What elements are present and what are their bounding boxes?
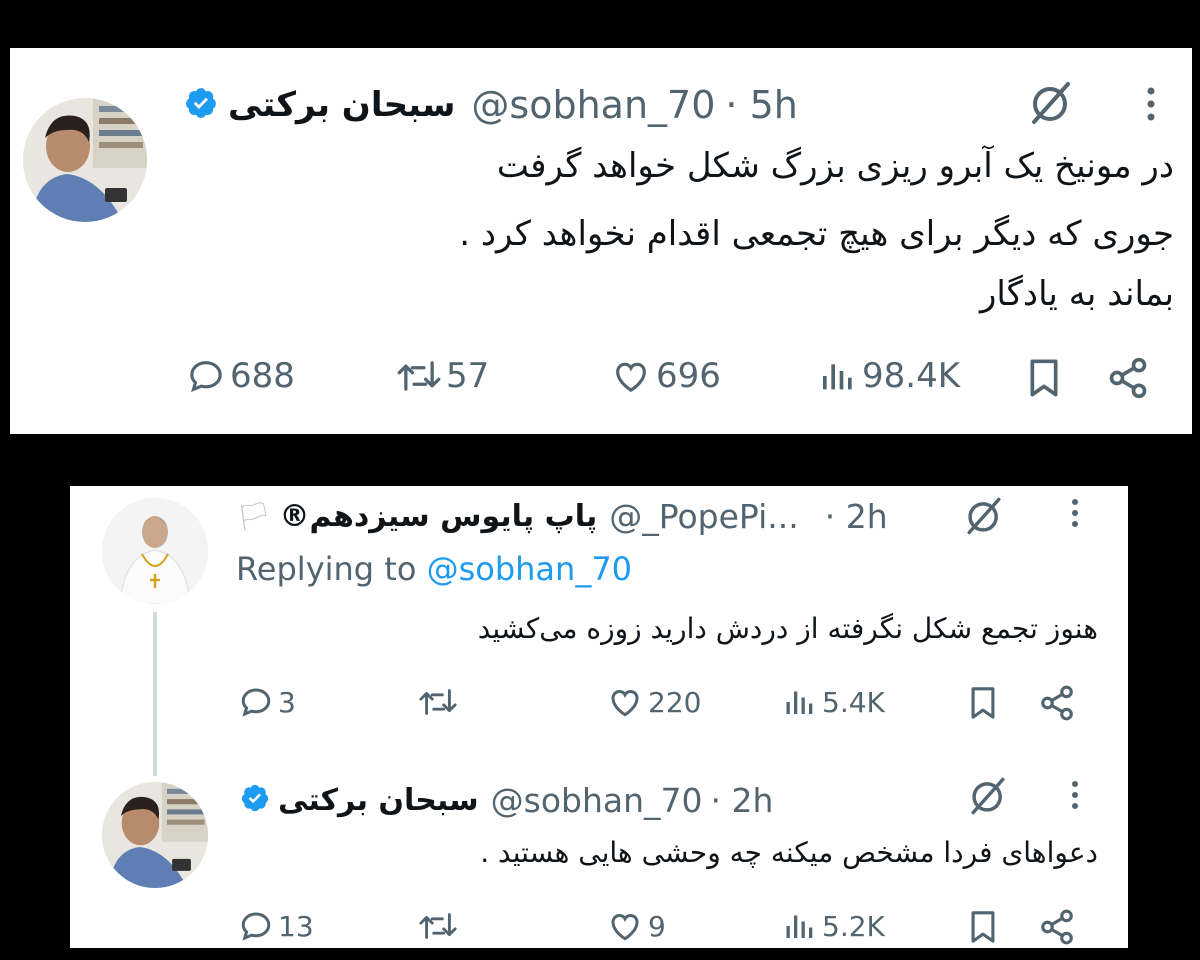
views-button[interactable]: 98.4K	[818, 356, 960, 396]
bookmark-icon[interactable]	[966, 908, 1000, 950]
like-count: 9	[648, 909, 666, 943]
reply-count: 13	[278, 909, 314, 943]
share-icon[interactable]	[1038, 908, 1076, 950]
share-icon[interactable]	[1106, 356, 1150, 404]
views-icon	[782, 908, 818, 944]
views-button[interactable]: 5.2K	[782, 908, 885, 944]
tweet-header: سبحان برکتی @sobhan_70 · 2h	[240, 778, 773, 822]
tweet-header: 🏳 پاپ پایوس سیزدهم® @_PopePi... · 2h	[236, 494, 888, 538]
user-handle[interactable]: @sobhan_70	[491, 781, 703, 820]
repost-icon	[418, 684, 458, 720]
grok-icon[interactable]	[968, 776, 1008, 820]
user-handle[interactable]: @_PopePi...	[609, 497, 798, 536]
like-icon	[606, 908, 644, 944]
views-count: 5.2K	[822, 909, 885, 943]
repost-count: 57	[446, 356, 490, 396]
reply-thread-card: 🏳 پاپ پایوس سیزدهم® @_PopePi... · 2h Rep…	[70, 486, 1128, 948]
more-icon[interactable]	[1069, 498, 1081, 536]
like-icon	[610, 356, 652, 396]
reply-button[interactable]: 3	[238, 684, 296, 720]
share-icon[interactable]	[1038, 684, 1076, 726]
timestamp[interactable]: · 2h	[825, 497, 888, 536]
repost-button[interactable]	[418, 684, 462, 720]
display-name[interactable]: سبحان برکتی	[278, 783, 479, 818]
timestamp[interactable]: · 2h	[711, 781, 774, 820]
reply-count: 688	[230, 356, 295, 396]
views-icon	[818, 356, 858, 396]
avatar[interactable]	[23, 98, 147, 222]
avatar[interactable]	[102, 782, 208, 888]
replying-to-handle[interactable]: @sobhan_70	[427, 550, 632, 588]
like-button[interactable]: 220	[606, 684, 701, 720]
bookmark-icon[interactable]	[1024, 356, 1064, 404]
reply-button[interactable]: 688	[186, 356, 295, 396]
reply-count: 3	[278, 685, 296, 719]
more-icon[interactable]	[1144, 86, 1158, 130]
verified-badge-icon	[184, 86, 218, 124]
views-count: 98.4K	[862, 356, 960, 396]
reply-icon	[238, 684, 274, 720]
repost-icon	[396, 356, 442, 396]
like-count: 220	[648, 685, 702, 719]
display-name[interactable]: سبحان برکتی	[228, 85, 455, 125]
views-count: 5.4K	[822, 685, 885, 719]
reply-button[interactable]: 13	[238, 908, 314, 944]
repost-icon	[418, 908, 458, 944]
thread-line	[153, 612, 157, 776]
like-button[interactable]: 9	[606, 908, 666, 944]
repost-button[interactable]	[418, 908, 462, 944]
reply-text: هنوز تجمع شکل نگرفته از دردش دارید زوزه …	[477, 612, 1098, 645]
more-icon[interactable]	[1069, 780, 1081, 818]
repost-button[interactable]: 57	[396, 356, 489, 396]
grok-icon[interactable]	[1028, 80, 1074, 130]
tweet-card-main: سبحان برکتی @sobhan_70 · 5h در مونیخ یک …	[10, 48, 1192, 434]
tweet-text-line-2: جوری که دیگر برای هیچ تجمعی اقدام نخواهد…	[459, 214, 1174, 254]
replying-to-label: Replying to	[236, 550, 417, 588]
tweet-header: سبحان برکتی @sobhan_70 · 5h	[184, 80, 798, 130]
tweet-text-line-1: در مونیخ یک آبرو ریزی بزرگ شکل خواهد گرف…	[496, 146, 1174, 186]
tweet-text: دعواهای فردا مشخص میکنه چه وحشی هایی هست…	[480, 836, 1098, 869]
user-handle[interactable]: @sobhan_70	[471, 83, 715, 127]
display-name[interactable]: پاپ پایوس سیزدهم®	[280, 499, 598, 534]
bookmark-icon[interactable]	[966, 684, 1000, 726]
like-count: 696	[656, 356, 721, 396]
grok-icon[interactable]	[964, 496, 1004, 540]
tweet-text-line-3: بماند به یادگار	[979, 274, 1174, 314]
verified-badge-icon	[240, 783, 270, 817]
white-flag-icon: 🏳	[236, 499, 272, 533]
reply-icon	[186, 356, 226, 396]
replying-to: Replying to @sobhan_70	[236, 550, 632, 588]
like-icon	[606, 684, 644, 720]
like-button[interactable]: 696	[610, 356, 721, 396]
timestamp[interactable]: · 5h	[725, 83, 797, 127]
views-button[interactable]: 5.4K	[782, 684, 885, 720]
avatar[interactable]	[102, 498, 208, 604]
views-icon	[782, 684, 818, 720]
reply-icon	[238, 908, 274, 944]
